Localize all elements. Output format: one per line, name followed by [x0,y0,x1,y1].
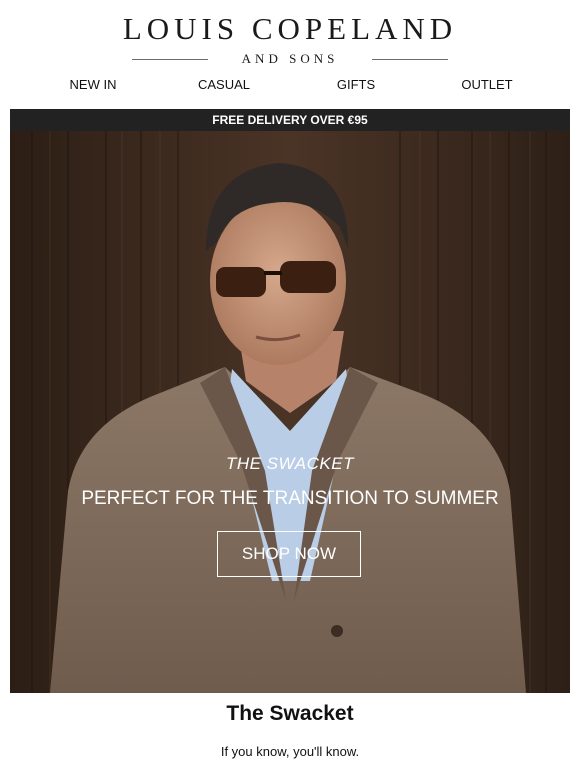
section-title: The Swacket [226,702,354,725]
nav-item-new-in[interactable]: NEW IN [33,76,153,94]
brand-tagline-row: AND SONS [0,50,580,68]
email-page: LOUIS COPELAND AND SONS NEW IN CASUAL GI… [0,0,580,774]
hero-kicker: THE SWACKET [226,454,354,473]
brand-tagline: AND SONS [241,51,339,66]
tagline-divider-left [132,59,208,60]
free-delivery-banner[interactable]: FREE DELIVERY OVER €95 [10,109,570,131]
hero-headline: PERFECT FOR THE TRANSITION TO SUMMER [81,488,499,509]
main-nav: NEW IN CASUAL GIFTS OUTLET [0,76,580,94]
brand-name: LOUIS COPELAND [122,11,458,46]
section-subtitle: If you know, you'll know. [220,744,360,759]
tagline-divider-right [372,59,448,60]
nav-item-outlet[interactable]: OUTLET [427,76,547,94]
shop-now-button[interactable]: SHOP NOW [217,531,361,577]
hero-image [10,131,570,693]
hero-banner[interactable]: THE SWACKET PERFECT FOR THE TRANSITION T… [10,131,570,693]
nav-item-casual[interactable]: CASUAL [164,76,284,94]
brand-logo[interactable]: LOUIS COPELAND AND SONS [0,12,580,68]
nav-item-gifts[interactable]: GIFTS [296,76,416,94]
